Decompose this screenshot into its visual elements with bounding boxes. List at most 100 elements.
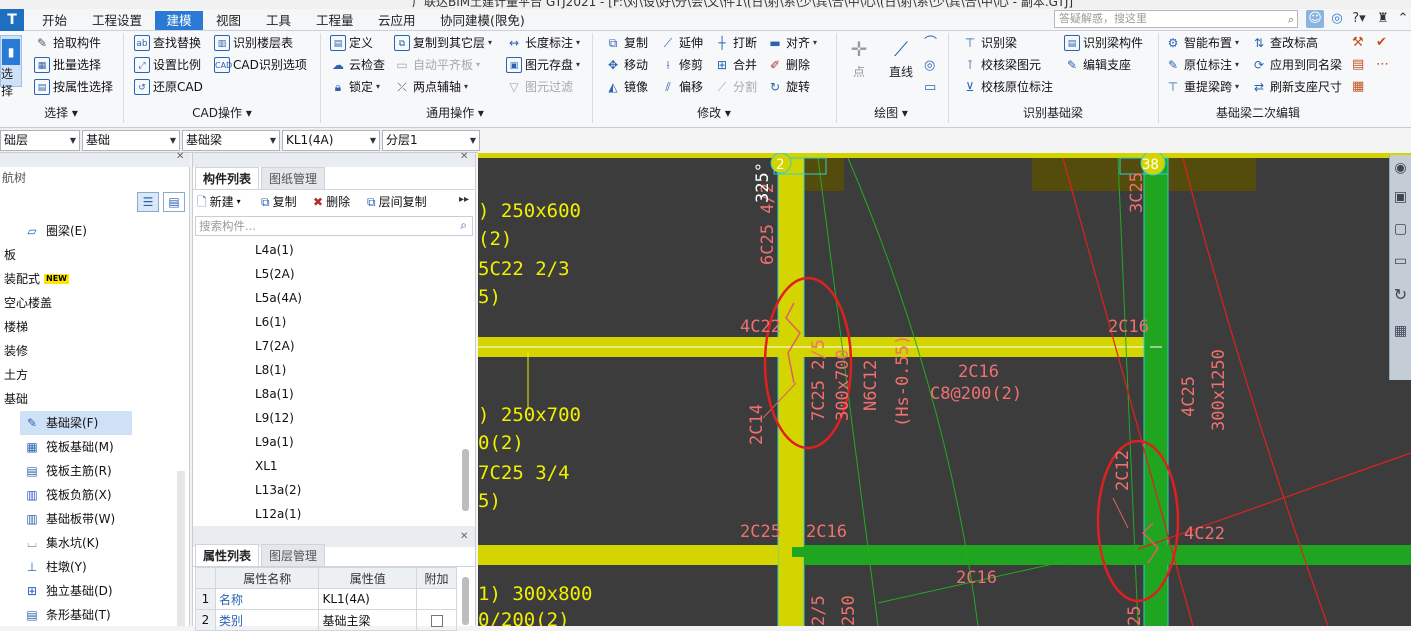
menu-modeling[interactable]: 建模 [155,11,203,30]
list-item[interactable]: L5(2A) [255,262,295,286]
property-value[interactable]: KL1(4A) [318,588,418,610]
delete-button[interactable]: ✐ 删除 [767,55,810,75]
drawing-canvas[interactable]: 2 38 ) 250x600 (2) 5C22 2/3 5) ) 250x700… [478,153,1411,626]
help-search-input[interactable]: 答疑解惑，搜这里 ⌕ [1054,10,1298,28]
merge-button[interactable]: ⊞ 合并 [714,55,757,75]
batch-select-button[interactable]: ▦ 批量选择 [34,55,101,75]
mirror-button[interactable]: ◭ 镜像 [605,77,648,97]
recognize-floor-table-button[interactable]: ▥ 识别楼层表 [214,33,293,53]
nav-item[interactable]: ▤ 筏板主筋(R) [0,459,176,483]
search-icon[interactable]: ⌕ [460,218,467,233]
modify-group-label[interactable]: 修改 ▾ [592,104,836,122]
two-point-aux-axis-button[interactable]: ⤫ 两点辅轴 ▾ [394,77,468,97]
length-dimension-button[interactable]: ↔ 长度标注 ▾ [506,33,580,53]
tab-property-list[interactable]: 属性列表 [195,544,260,566]
cad-drawing[interactable]: 2 38 ) 250x600 (2) 5C22 2/3 5) ) 250x700… [478,153,1411,626]
set-scale-button[interactable]: ⤢ 设置比例 [134,55,201,75]
nav-item[interactable]: 板 [0,243,176,267]
nav-item[interactable]: 装配式 NEW [0,267,176,291]
headset-icon[interactable]: ◎ [1328,10,1346,28]
nav-item[interactable]: ⊥ 柱墩(Y) [0,555,176,579]
bottom-yellow-beam[interactable] [478,545,778,565]
checkbox-icon[interactable] [430,614,443,627]
list-item[interactable]: L12a(1) [255,502,301,526]
list-view-icon[interactable]: ▤ [1352,55,1364,75]
nav-item[interactable]: 楼梯 [0,315,176,339]
search-icon[interactable]: ⌕ [1288,12,1294,28]
tools-icon[interactable]: ⚒ [1352,33,1364,53]
cad-options-button[interactable]: CAD CAD识别选项 [214,55,307,75]
menu-collab-modeling[interactable]: 协同建模(限免) [432,11,533,30]
list-item[interactable]: L6(1) [255,310,286,334]
align-button[interactable]: ▬ 对齐 ▾ [767,33,817,53]
recognize-beam-button[interactable]: ⊤ 识别梁 [962,33,1017,53]
table-row[interactable]: 2 类别 基础主梁 [195,609,457,631]
grid-view-icon[interactable]: ▦ [1390,313,1411,349]
list-view-toggle-icon[interactable]: ☰ [137,192,159,212]
nav-item[interactable]: 土方 [0,363,176,387]
trim-button[interactable]: ⟊ 修剪 [660,55,703,75]
cross-floor-copy-button[interactable]: ⧉ 层间复制 [367,192,427,212]
point-draw-button[interactable]: ✛ 点 [842,35,876,80]
extend-button[interactable]: ⟋ 延伸 [660,33,703,53]
tab-layer-management[interactable]: 图层管理 [261,544,326,566]
minimize-ribbon-icon[interactable]: ⌃ [1394,10,1411,28]
original-annotation-button[interactable]: ✎ 原位标注 ▾ [1165,55,1239,75]
new-component-button[interactable]: 🗋︎ 新建 ▾ [197,192,241,212]
apply-same-name-button[interactable]: ⟳ 应用到同名梁 [1251,55,1342,75]
copy-button[interactable]: ⧉ 复制 [605,33,648,53]
component-combo[interactable]: KL1(4A) ▼ [282,130,380,151]
component-type-combo[interactable]: 基础梁 ▼ [182,130,280,151]
smart-layout-button[interactable]: ⚙ 智能布置 ▾ [1165,33,1239,53]
view-cube-icon[interactable]: ◉ [1390,155,1411,181]
copy-component-button[interactable]: ⧉ 复制 [261,192,297,212]
list-item[interactable]: L8(1) [255,358,286,382]
nav-item[interactable]: ✎ 基础梁(F) [20,411,132,435]
menu-project-settings[interactable]: 工程设置 [84,11,150,30]
list-item[interactable]: L4a(1) [255,238,294,262]
menu-view[interactable]: 视图 [208,11,249,30]
help-icon[interactable]: ?▾ [1350,10,1368,28]
element-filter-button[interactable]: ▽ 图元过滤 [506,77,573,97]
close-icon[interactable]: ✕ [460,151,468,162]
menu-cloud[interactable]: 云应用 [370,11,424,30]
restore-cad-button[interactable]: ↺ 还原CAD [134,77,203,97]
list-item[interactable]: XL1 [255,454,278,478]
cloud-check-button[interactable]: ☁ 云检查 [330,55,385,75]
recognize-beam-component-button[interactable]: ▤ 识别梁构件 [1064,33,1143,53]
tab-component-list[interactable]: 构件列表 [195,167,260,189]
arc-draw-icon[interactable]: ⌒ [924,33,937,55]
menu-quantity[interactable]: 工程量 [308,11,362,30]
common-group-label[interactable]: 通用操作 ▾ [320,104,590,122]
app-logo-icon[interactable]: T [0,9,24,31]
move-button[interactable]: ✥ 移动 [605,55,648,75]
dots-menu-icon[interactable]: ⋯ [1376,55,1389,75]
property-extra-checkbox[interactable] [416,609,457,631]
split-button[interactable]: ⟋ 分割 [714,77,757,97]
user-avatar-icon[interactable]: ☺ [1306,10,1324,28]
floor-combo[interactable]: 础层 ▼ [0,130,80,151]
rotate-view-icon[interactable]: ↻ [1390,277,1411,313]
auto-level-slab-button[interactable]: ▭ 自动平齐板 ▾ [394,55,480,75]
component-list-scrollbar[interactable] [462,449,469,511]
sublayer-combo[interactable]: 分层1 ▼ [382,130,480,151]
check-mark-icon[interactable]: ✔ [1376,33,1387,53]
select-button[interactable]: ▮ 选择 [0,35,22,98]
change-elevation-button[interactable]: ⇅ 查改标高 [1251,33,1318,53]
table-row[interactable]: 1 名称 KL1(4A) [195,588,457,610]
menu-tools[interactable]: 工具 [258,11,299,30]
grid-icon[interactable]: ▦ [1352,77,1364,97]
nav-item[interactable]: 空心楼盖 [0,291,176,315]
draw-group-label[interactable]: 绘图 ▾ [836,104,946,122]
check-beam-elements-button[interactable]: ⊺ 校核梁图元 [962,55,1041,75]
check-original-annotation-button[interactable]: ⊻ 校核原位标注 [962,77,1053,97]
close-icon[interactable]: ✕ [460,531,468,542]
refresh-support-size-button[interactable]: ⇄ 刷新支座尺寸 [1251,77,1342,97]
nav-scrollbar[interactable] [177,471,185,626]
rectangle-draw-icon[interactable]: ▭ [924,77,936,99]
offset-button[interactable]: ⫽ 偏移 [660,77,703,97]
copy-to-other-floor-button[interactable]: ⧉ 复制到其它层 ▾ [394,33,492,53]
property-scrollbar[interactable] [462,577,469,625]
nav-item[interactable]: ▤ 条形基础(T) [0,603,176,627]
find-replace-button[interactable]: ab 查找替换 [134,33,201,53]
